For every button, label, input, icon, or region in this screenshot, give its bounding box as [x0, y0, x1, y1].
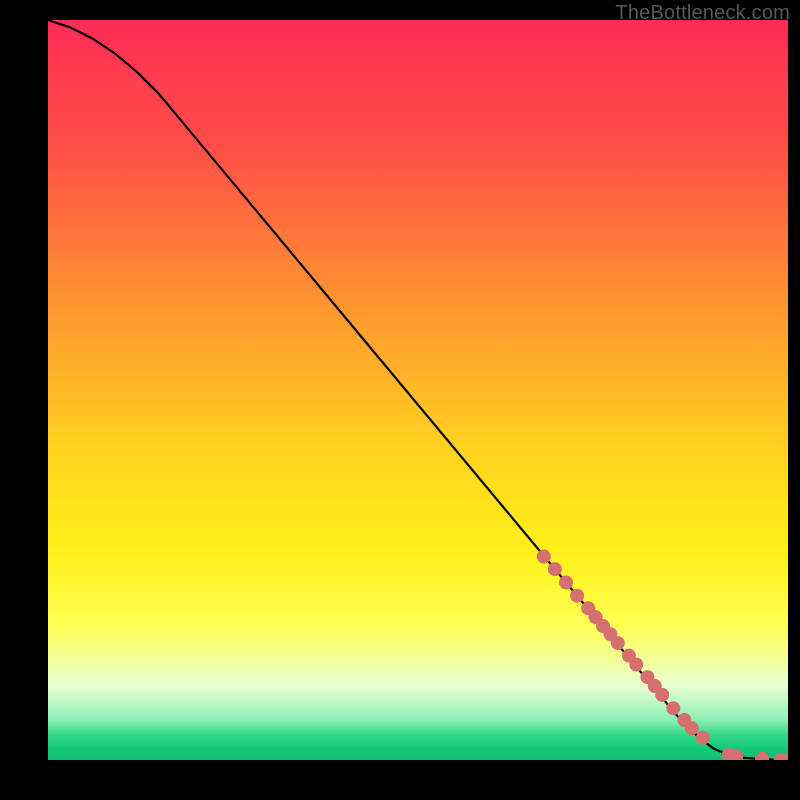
watermark-text: TheBottleneck.com: [615, 2, 790, 25]
plot-area: [48, 20, 788, 760]
chart-frame: TheBottleneck.com: [0, 0, 800, 800]
chart-svg: [48, 20, 788, 760]
